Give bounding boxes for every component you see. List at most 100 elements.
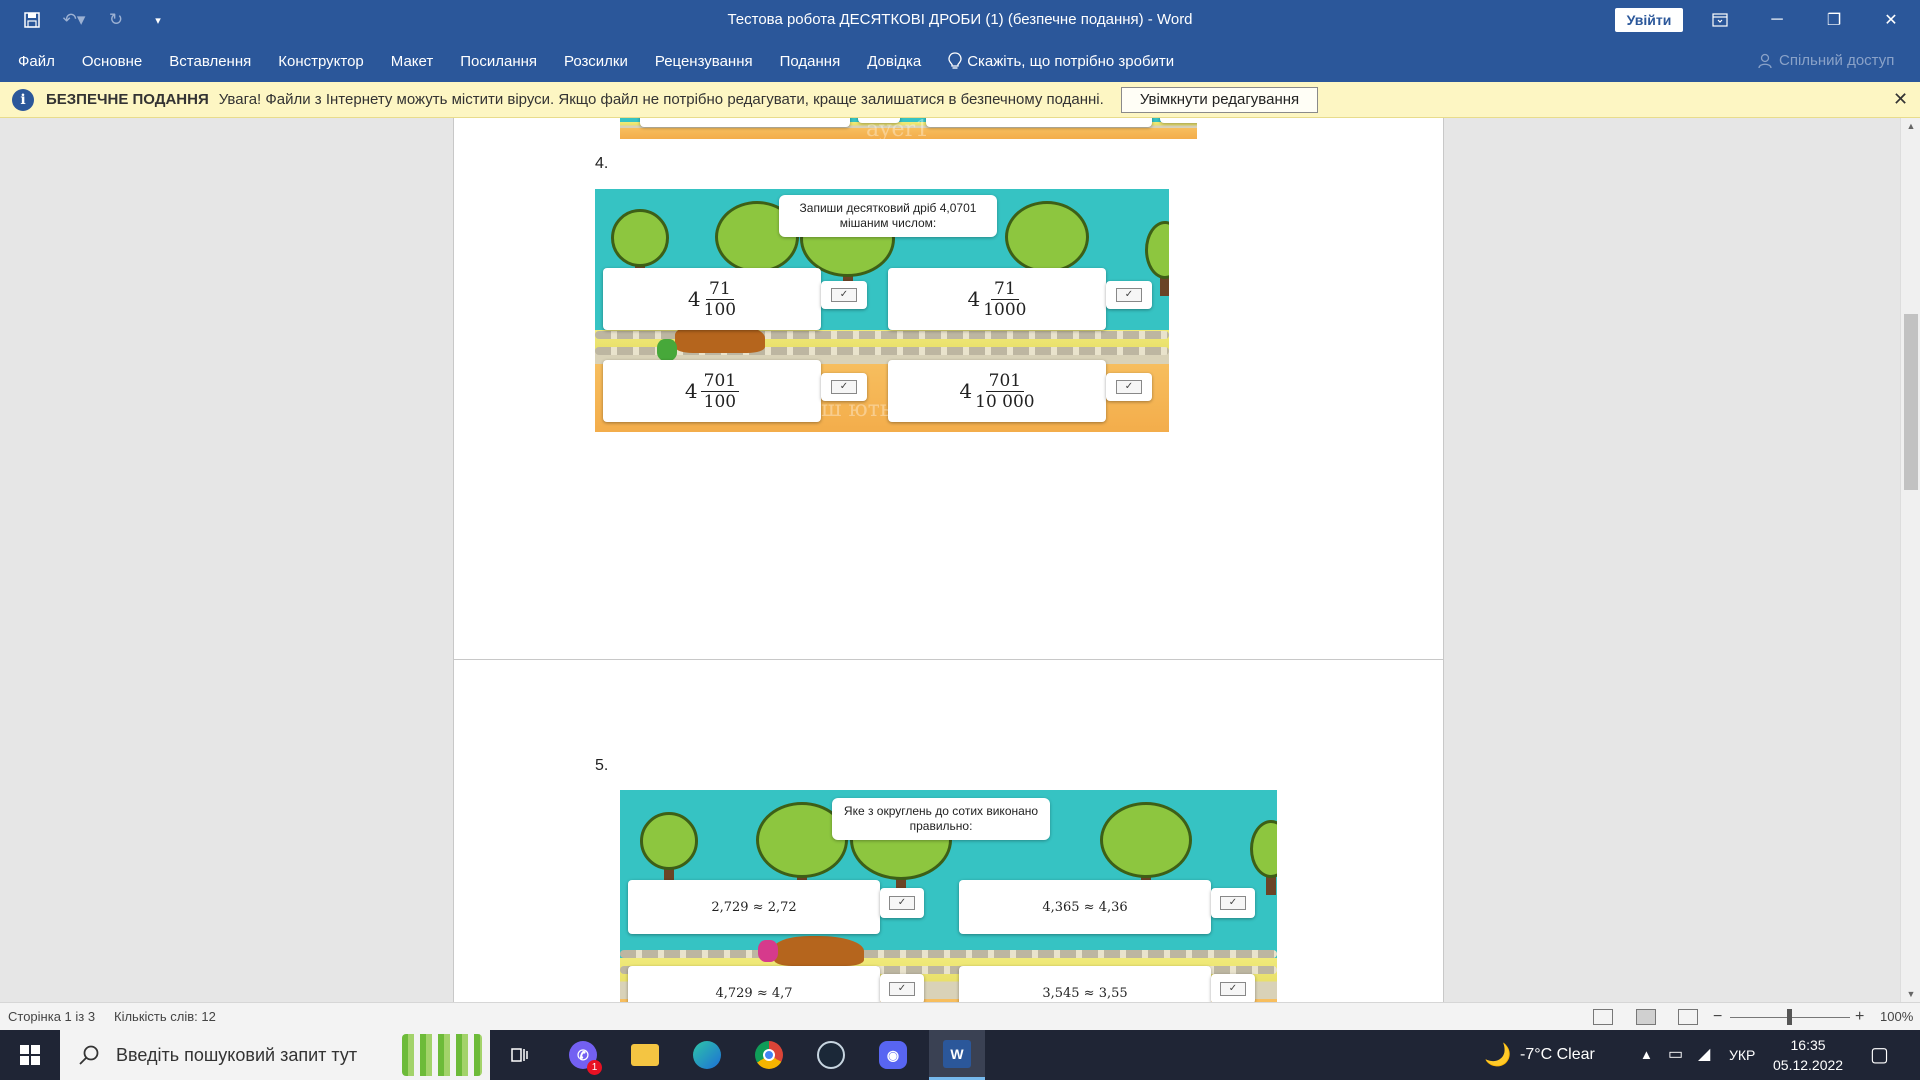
question-4-number: 4. [595,155,609,172]
save-icon[interactable] [18,6,46,34]
folder-logo [631,1044,659,1066]
question-5-answer-1[interactable]: 2,729 ≈ 2,72 [628,880,880,934]
denominator: 100 [703,299,737,320]
answer-checkbox[interactable] [1160,118,1197,123]
check-mark-icon: ✓ [831,380,857,394]
tab-insert[interactable]: Вставлення [169,53,251,70]
question-5-answer-2-checkbox[interactable]: ✓ [1211,888,1255,918]
question-5-answer-4-checkbox[interactable]: ✓ [1211,974,1255,1002]
scrollbar-thumb[interactable] [1904,314,1918,490]
zoom-slider-thumb[interactable] [1787,1009,1792,1025]
system-clock[interactable]: 16:35 05.12.2022 [1773,1035,1843,1075]
notification-badge: 1 [587,1060,602,1075]
undo-icon[interactable]: ↶▾ [60,6,88,34]
page-count[interactable]: Сторінка 1 із 3 [8,1003,95,1031]
word-count[interactable]: Кількість слів: 12 [114,1003,216,1031]
steam-logo [817,1041,845,1069]
tell-me-search[interactable]: Скажіть, що потрібно зробити [948,52,1174,70]
close-icon[interactable]: ✕ [1863,0,1919,40]
customize-toolbar-icon[interactable]: ▾ [144,6,172,34]
tab-help[interactable]: Довідка [867,53,921,70]
vertical-scrollbar[interactable]: ▲ ▼ [1900,118,1920,1002]
zoom-in-icon[interactable]: + [1855,1003,1864,1031]
discord-icon[interactable]: ◉ [867,1030,919,1080]
tab-references[interactable]: Посилання [460,53,537,70]
question-5-answer-2[interactable]: 4,365 ≈ 4,36 [959,880,1211,934]
share-button[interactable]: Спільний доступ [1757,40,1894,82]
viber-icon[interactable]: ✆ 1 [557,1030,609,1080]
tab-review[interactable]: Рецензування [655,53,753,70]
answer-box [926,118,1152,127]
language-indicator[interactable]: УКР [1729,1030,1755,1080]
scroll-down-icon[interactable]: ▼ [1901,986,1920,1002]
question-4-answer-2-checkbox[interactable]: ✓ [1106,281,1152,309]
chrome-icon[interactable] [743,1030,795,1080]
moon-weather-icon[interactable]: 🌙 [1484,1030,1511,1080]
redo-icon[interactable]: ↻ [102,6,130,34]
edge-icon[interactable] [681,1030,733,1080]
chrome-logo [755,1041,783,1069]
tab-view[interactable]: Подання [780,53,841,70]
numerator: 701 [700,371,740,392]
ribbon-display-options-icon[interactable] [1692,0,1748,40]
minimize-icon[interactable]: ─ [1749,0,1805,40]
question-4-prompt: Запиши десятковий дріб 4,0701 мішаним чи… [779,195,997,237]
share-label: Спільний доступ [1779,52,1895,69]
question-4-answer-3[interactable]: 4 701 100 [603,360,821,422]
numerator: 71 [991,279,1019,300]
start-button[interactable] [0,1030,60,1080]
battery-icon[interactable]: ▭ [1668,1030,1683,1080]
show-hidden-icons-icon[interactable]: ▲ [1640,1030,1653,1080]
enable-editing-button[interactable]: Увімкнути редагування [1121,87,1318,113]
weather-text[interactable]: -7°C Clear [1520,1030,1595,1080]
question-5-answer-3-checkbox[interactable]: ✓ [880,974,924,1002]
sign-in-button[interactable]: Увійти [1615,8,1683,32]
horse-illustration [774,936,864,966]
rider-illustration [758,940,778,962]
word-taskbar-icon[interactable]: W [929,1030,985,1080]
check-mark-icon: ✓ [1220,896,1246,910]
taskbar-search[interactable]: Введіть пошуковий запит тут [60,1030,490,1080]
question-4-image: Запиши десятковий дріб 4,0701 мішаним чи… [595,189,1169,432]
clock-time: 16:35 [1790,1037,1826,1053]
question-4-answer-1[interactable]: 4 71 100 [603,268,821,330]
document-area: ayer1 4. Запиши десятковий дріб 4,0701 м… [0,118,1900,1002]
tab-mailings[interactable]: Розсилки [564,53,628,70]
ribbon: Файл Основне Вставлення Конструктор Маке… [0,40,1920,82]
question-4-answer-1-checkbox[interactable]: ✓ [821,281,867,309]
question-5-answer-4[interactable]: 3,545 ≈ 3,55 [959,966,1211,1002]
close-message-bar-icon[interactable]: ✕ [1893,89,1908,110]
check-mark-icon: ✓ [889,982,915,996]
question-5-answer-3[interactable]: 4,729 ≈ 4,7 [628,966,880,1002]
file-explorer-icon[interactable] [619,1030,671,1080]
notifications-icon[interactable]: ▢ [1870,1030,1889,1080]
print-layout-icon[interactable] [1636,1009,1656,1025]
zoom-out-icon[interactable]: − [1713,1003,1722,1031]
question-5-answer-1-checkbox[interactable]: ✓ [880,888,924,918]
check-mark-icon: ✓ [831,288,857,302]
restore-icon[interactable]: ❐ [1806,0,1862,40]
web-layout-icon[interactable] [1678,1009,1698,1025]
zoom-level[interactable]: 100% [1880,1003,1913,1031]
task-view-icon[interactable] [494,1030,546,1080]
person-icon [1758,53,1772,69]
tab-file[interactable]: Файл [18,53,55,70]
protected-view-message: Увага! Файли з Інтернету можуть містити … [218,91,1104,108]
read-mode-icon[interactable] [1593,1009,1613,1025]
network-icon[interactable]: ◢ [1698,1030,1710,1080]
question-4-answer-4[interactable]: 4 701 10 000 [888,360,1106,422]
word-logo: W [943,1039,971,1068]
numerator: 701 [985,371,1025,392]
question-4-answer-2[interactable]: 4 71 1000 [888,268,1106,330]
quick-access-toolbar: ↶▾ ↻ ▾ [18,0,172,40]
tab-home[interactable]: Основне [82,53,142,70]
question-5-prompt: Яке з округлень до сотих виконано правил… [832,798,1050,840]
check-mark-icon: ✓ [1220,982,1246,996]
tab-layout[interactable]: Макет [391,53,433,70]
whole-part: 4 [684,379,698,403]
scroll-up-icon[interactable]: ▲ [1901,118,1920,134]
denominator: 100 [703,391,737,412]
tab-design[interactable]: Конструктор [278,53,364,70]
steam-icon[interactable] [805,1030,857,1080]
question-4-answer-4-checkbox[interactable]: ✓ [1106,373,1152,401]
